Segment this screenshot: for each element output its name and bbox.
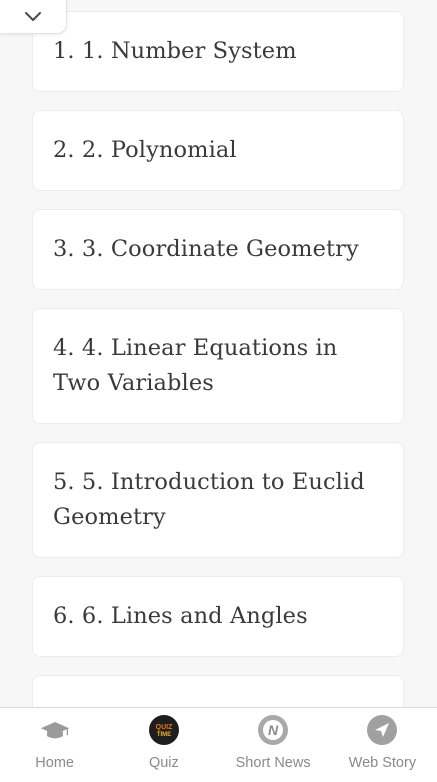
chapter-title: 3. 3. Coordinate Geometry — [53, 236, 359, 262]
chapter-card[interactable]: 3. 3. Coordinate Geometry — [32, 209, 404, 290]
chapter-card[interactable]: 6. 6. Lines and Angles — [32, 576, 404, 657]
chapter-card[interactable]: 2. 2. Polynomial — [32, 110, 404, 191]
chapter-card[interactable]: 5. 5. Introduction to Euclid Geometry — [32, 442, 404, 558]
collapse-toggle-button[interactable] — [0, 0, 67, 34]
svg-text:N: N — [268, 722, 279, 738]
nav-item-home[interactable]: Home — [0, 708, 109, 782]
nav-label-quiz: Quiz — [148, 755, 179, 771]
svg-text:QUIZ: QUIZ — [156, 724, 173, 731]
chapter-title: 6. 6. Lines and Angles — [53, 603, 308, 629]
bottom-navigation: Home QUIZ TIME Quiz N Short News Web Sto… — [0, 707, 437, 782]
news-icon: N — [258, 715, 289, 745]
chapter-title: 4. 4. Linear Equations in Two Variables — [53, 335, 338, 396]
nav-item-quiz[interactable]: QUIZ TIME Quiz — [109, 708, 218, 782]
nav-label-short-news: Short News — [235, 755, 311, 771]
quiz-time-icon: QUIZ TIME — [148, 715, 179, 745]
send-arrow-icon — [367, 715, 398, 745]
graduation-cap-icon — [40, 715, 70, 745]
chapter-title: 1. 1. Number System — [53, 38, 297, 64]
chapter-title: 5. 5. Introduction to Euclid Geometry — [53, 469, 365, 530]
app-viewport: 1. 1. Number System 2. 2. Polynomial 3. … — [0, 0, 437, 782]
nav-label-home: Home — [35, 755, 74, 771]
chapter-title: 2. 2. Polynomial — [53, 137, 237, 163]
chapter-card[interactable]: 4. 4. Linear Equations in Two Variables — [32, 308, 404, 424]
nav-label-web-story: Web Story — [348, 755, 417, 771]
chapter-card[interactable]: 1. 1. Number System — [32, 11, 404, 92]
svg-text:TIME: TIME — [157, 732, 171, 738]
chevron-down-icon — [25, 11, 41, 21]
nav-item-web-story[interactable]: Web Story — [328, 708, 437, 782]
nav-item-short-news[interactable]: N Short News — [219, 708, 328, 782]
